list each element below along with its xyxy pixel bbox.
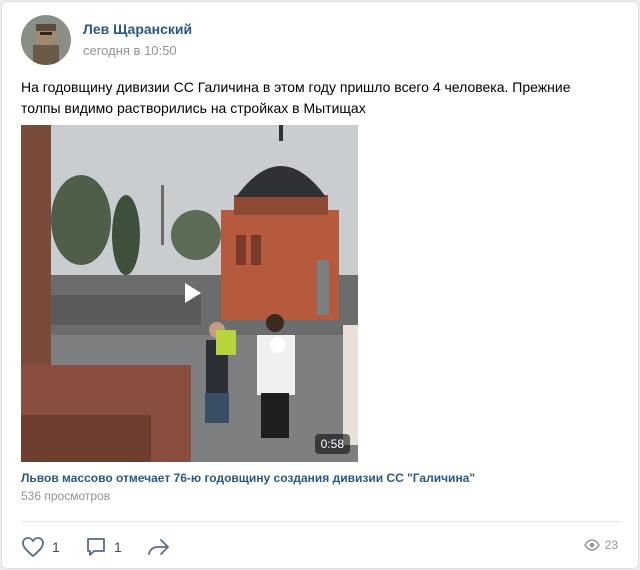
post-text: На годовщину дивизии СС Галичина в этом … (21, 79, 571, 116)
post-card: Лев Щаранский сегодня в 10:50 На годовщи… (1, 1, 639, 569)
video-duration: 0:58 (314, 434, 350, 454)
eye-icon (583, 539, 600, 551)
comment-count: 1 (114, 539, 122, 555)
share-button[interactable] (147, 536, 171, 558)
like-button[interactable]: 1 (21, 536, 60, 558)
views-count: 23 (604, 538, 618, 552)
video-title-link[interactable]: Львов массово отмечает 76-ю годовщину со… (21, 471, 475, 485)
views-counter: 23 (583, 538, 618, 552)
author-avatar[interactable] (21, 15, 71, 65)
heart-icon (22, 537, 44, 558)
comment-icon (87, 538, 105, 556)
video-player[interactable]: 0:58 (21, 125, 358, 462)
post-time[interactable]: сегодня в 10:50 (83, 43, 177, 58)
divider (21, 521, 621, 522)
comment-button[interactable]: 1 (85, 536, 122, 558)
author-name[interactable]: Лев Щаранский (83, 21, 192, 37)
share-icon (148, 539, 169, 555)
play-icon[interactable] (179, 280, 205, 306)
video-views: 536 просмотров (21, 489, 111, 503)
like-count: 1 (52, 539, 60, 555)
